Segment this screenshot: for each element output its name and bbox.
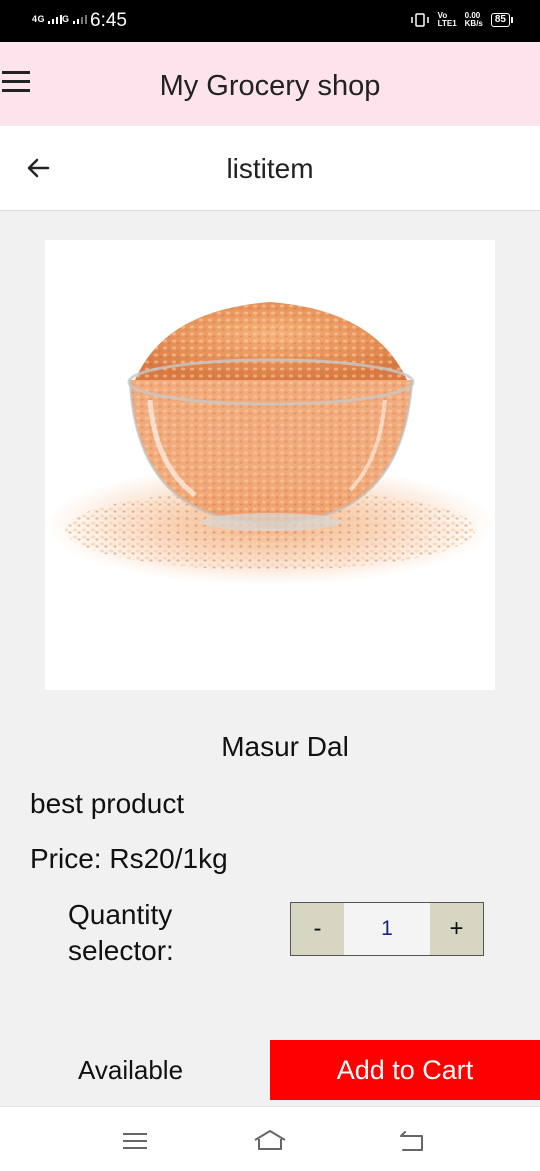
product-description: best product — [30, 788, 185, 819]
vibrate-icon — [410, 13, 429, 27]
signal-1-indicator: 4G — [32, 14, 64, 24]
network-type-label: 4G — [32, 14, 46, 24]
product-image — [45, 240, 495, 690]
app-title: My Grocery shop — [159, 70, 381, 102]
decrement-button[interactable]: - — [291, 903, 344, 955]
system-nav-bar — [0, 1106, 540, 1171]
product-name: Masur Dal — [221, 731, 349, 762]
signal-2-indicator: G — [62, 14, 89, 24]
increment-button[interactable]: + — [430, 903, 483, 955]
back-icon[interactable] — [396, 1125, 428, 1157]
network-speed: 0.00 KB/s — [465, 12, 483, 28]
clock: 6:45 — [90, 10, 127, 31]
quantity-value[interactable]: 1 — [344, 903, 430, 955]
signal-bars-icon — [72, 15, 87, 24]
quantity-stepper: - 1 + — [290, 902, 484, 956]
page-title: listitem — [226, 153, 314, 184]
lte-label: LTE1 — [437, 19, 457, 28]
volte-indicator: Vo LTE1 — [438, 12, 457, 28]
home-icon[interactable] — [252, 1125, 288, 1157]
add-to-cart-button[interactable]: Add to Cart — [270, 1040, 540, 1100]
sub-header: listitem — [0, 126, 540, 211]
quantity-label: Quantity selector: — [68, 899, 174, 966]
recent-apps-icon[interactable] — [119, 1125, 151, 1157]
masur-dal-bowl-image — [45, 302, 495, 585]
status-bar: 4G G 6:45 Vo LTE1 0.00 KB/s 85 — [0, 0, 540, 42]
speed-unit: KB/s — [464, 19, 483, 28]
product-price: Price: Rs20/1kg — [30, 843, 228, 874]
app-bar: My Grocery shop — [0, 42, 540, 126]
availability-status: Available — [78, 1055, 184, 1085]
battery-indicator: 85 — [490, 13, 514, 27]
network-type-label: G — [62, 14, 70, 24]
